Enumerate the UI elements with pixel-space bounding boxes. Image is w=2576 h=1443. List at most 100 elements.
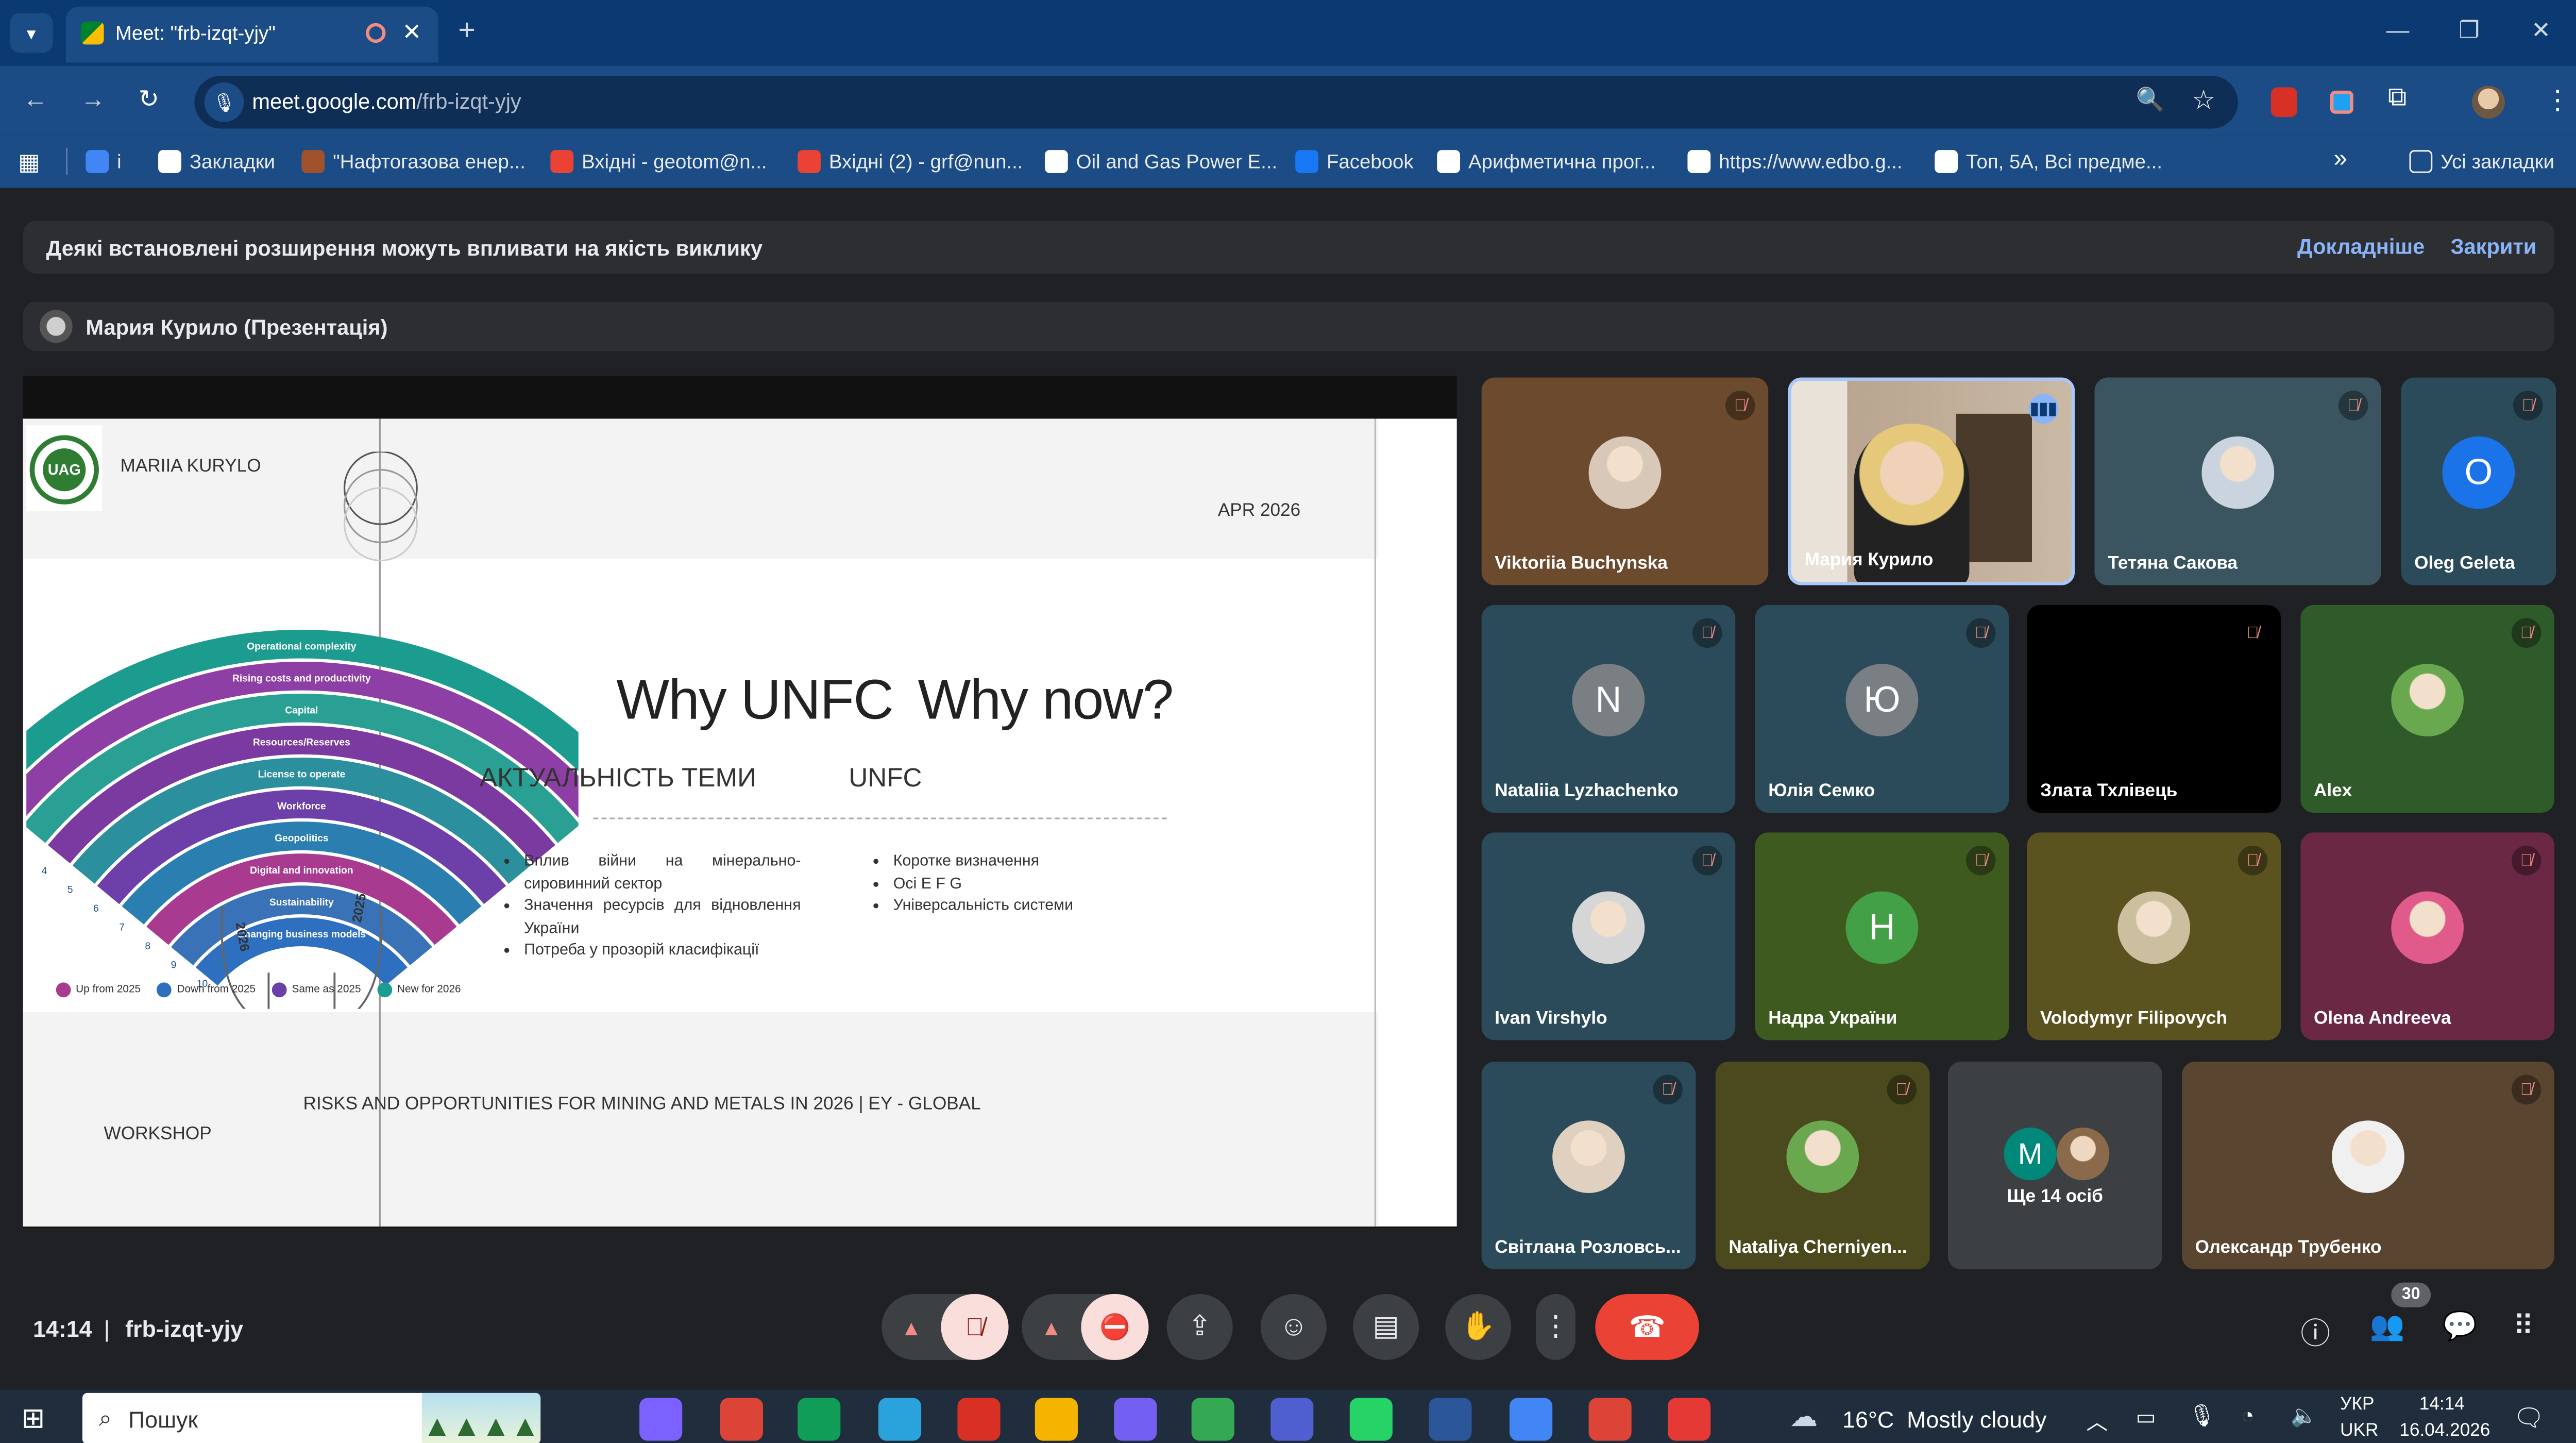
reload-icon[interactable]: ↻ [139, 84, 159, 113]
participant-tile[interactable]: Тетяна Сакова 🎙̸ [2094, 377, 2382, 585]
zoom-icon[interactable]: 🔍 [2136, 86, 2165, 113]
address-bar[interactable]: 🎙 meet.google.com/frb-izqt-yjy 🔍 ☆ [194, 76, 2238, 129]
photos-icon[interactable] [1191, 1398, 1234, 1441]
windows-start-icon[interactable]: ⊞ [22, 1403, 45, 1436]
bookmark-item[interactable]: Вхідні (2) - grf@nun... [798, 148, 1023, 175]
mic-toggle-button[interactable]: 🎙̸ [941, 1294, 1009, 1360]
participant-tile[interactable]: O Oleg Geleta 🎙̸ [2401, 377, 2556, 585]
bookmark-item[interactable]: Арифметична прог... [1437, 148, 1655, 175]
participant-tile[interactable]: H Надра України 🎙̸ [1755, 832, 2009, 1041]
participant-tile[interactable]: Злата Тхлівець 🎙̸ [2027, 605, 2281, 813]
camera-toggle-button[interactable]: ⛔ [1081, 1294, 1149, 1360]
meeting-info-icon[interactable]: ⓘ [2300, 1311, 2330, 1353]
restore-button[interactable]: ❐ [2459, 16, 2479, 44]
rainbow-band-label: Digital and innovation [250, 865, 353, 876]
activities-icon[interactable]: ⠿ [2513, 1311, 2534, 1344]
mic-off-icon: 🎙̸ [2513, 391, 2543, 421]
participant-tile[interactable]: N Nataliia Lyzhachenko 🎙̸ [1481, 605, 1736, 813]
extension-red-icon[interactable] [2270, 87, 2297, 118]
mic-options-chevron-icon[interactable]: ▲ [882, 1315, 941, 1339]
language-bottom[interactable]: UKR [2340, 1421, 2378, 1440]
bookmark-item[interactable]: Oil and Gas Power E... [1044, 148, 1277, 175]
more-bookmarks-button[interactable]: » [2333, 145, 2347, 173]
participant-tile[interactable]: Olena Andreeva 🎙̸ [2300, 832, 2554, 1041]
close-tab-icon[interactable]: ✕ [402, 18, 421, 46]
tab-meet[interactable]: Meet: "frb-izqt-yjy" ✕ [65, 6, 438, 63]
bookmark-item[interactable]: Facebook [1295, 148, 1414, 175]
participant-tile[interactable]: M Ще 14 осіб [1947, 1061, 2162, 1269]
edge-icon[interactable] [798, 1398, 841, 1441]
tray-chevron-icon[interactable]: ︿ [2087, 1404, 2108, 1436]
camera-icon[interactable] [1668, 1398, 1711, 1441]
pdf-icon[interactable] [957, 1398, 1001, 1441]
taskbar-search[interactable]: ⌕ Пошук ▲▲▲▲ [82, 1392, 541, 1443]
banner-close-link[interactable]: Закрити [2450, 234, 2536, 259]
participant-avatar: H [1845, 891, 1919, 964]
chrome-icon[interactable] [1510, 1398, 1553, 1441]
camera-options-chevron-icon[interactable]: ▲ [1022, 1315, 1081, 1339]
bookmark-star-icon[interactable]: ☆ [2192, 84, 2215, 117]
reactions-button[interactable]: ☺ [1261, 1294, 1327, 1360]
tray-wifi-icon[interactable]: ◔ [2241, 1403, 2254, 1428]
forward-icon[interactable]: → [81, 86, 106, 113]
more-options-button[interactable]: ⋮ [1536, 1294, 1575, 1360]
task-view-icon[interactable] [557, 1398, 600, 1441]
browser-menu-icon[interactable]: ⋮ [2545, 84, 2571, 117]
site-info-icon[interactable]: 🎙 [204, 82, 244, 122]
tray-device-icon[interactable]: ▭ [2136, 1404, 2156, 1431]
chrome-icon[interactable] [1588, 1398, 1632, 1441]
apps-grid-icon[interactable]: ▦ [18, 148, 40, 176]
all-bookmarks-button[interactable]: Усі закладки [2409, 148, 2554, 175]
tray-volume-icon[interactable]: 🔈 [2291, 1403, 2317, 1429]
participant-tile[interactable]: Мария Курило ▮▮▮ [1788, 377, 2075, 585]
language-top[interactable]: УКР [2340, 1395, 2374, 1414]
notifications-icon[interactable]: 🗨 [2513, 1403, 2545, 1432]
people-icon[interactable]: 👥 [2370, 1311, 2405, 1344]
participant-tile[interactable]: Alex 🎙̸ [2300, 605, 2554, 813]
participant-tile[interactable]: Олександр Трубенко 🎙̸ [2182, 1061, 2554, 1269]
chrome-icon[interactable] [720, 1398, 763, 1441]
copilot-icon[interactable] [639, 1398, 683, 1441]
tray-mic-icon[interactable]: 🎙 [2189, 1403, 2216, 1429]
window-close-button[interactable]: ✕ [2531, 16, 2551, 44]
legend-label: Up from 2025 [76, 984, 141, 996]
extensions-puzzle-icon[interactable]: ⧉ [2388, 84, 2407, 114]
back-icon[interactable]: ← [23, 86, 48, 113]
participant-tile[interactable]: Nataliya Cherniyen... 🎙̸ [1715, 1061, 1930, 1269]
clock-date[interactable]: 16.04.2026 [2399, 1421, 2490, 1440]
bookmark-item[interactable]: Топ, 5А, Всі предме... [1935, 148, 2162, 175]
new-tab-button[interactable]: + [458, 13, 476, 48]
people-count-badge: 30 [2391, 1282, 2431, 1307]
leave-call-button[interactable]: ☎ [1595, 1294, 1699, 1360]
weather-text[interactable]: 16°C Mostly cloudy [1842, 1406, 2046, 1432]
extension-teal-icon[interactable] [2330, 90, 2353, 114]
minimize-button[interactable]: — [2386, 16, 2410, 43]
bookmark-item[interactable]: Закладки [158, 148, 275, 175]
chat-icon[interactable]: 💬 [2442, 1311, 2477, 1344]
participant-tile[interactable]: Ю Юлія Семко 🎙̸ [1755, 605, 2009, 813]
mic-control-group: ▲ 🎙̸ [882, 1294, 1009, 1360]
viber-icon[interactable] [1114, 1398, 1157, 1441]
profile-avatar[interactable] [2472, 86, 2505, 119]
participant-tile[interactable]: Volodymyr Filipovych 🎙̸ [2027, 832, 2281, 1041]
tab-search-button[interactable]: ▾ [10, 13, 53, 53]
present-screen-button[interactable]: ⇪ [1166, 1294, 1233, 1360]
bookmark-item[interactable]: i [86, 148, 122, 175]
folder-icon[interactable] [1035, 1398, 1078, 1441]
clock-time[interactable]: 14:14 [2419, 1395, 2465, 1414]
word-icon[interactable] [1429, 1398, 1472, 1441]
raise-hand-button[interactable]: ✋ [1445, 1294, 1512, 1360]
telegram-icon[interactable] [878, 1398, 922, 1441]
save-icon[interactable] [1270, 1398, 1314, 1441]
captions-button[interactable]: ▤ [1353, 1294, 1419, 1360]
participant-tile[interactable]: Ivan Virshylo 🎙̸ [1481, 832, 1736, 1041]
banner-more-link[interactable]: Докладніше [2297, 234, 2425, 259]
bookmark-item[interactable]: "Нафтогазова енер... [301, 148, 526, 175]
participant-tile[interactable]: Viktoriia Buchynska 🎙̸ [1481, 377, 1769, 585]
participant-tile[interactable]: Світлана Розловсь... 🎙̸ [1481, 1061, 1696, 1269]
slide-subtitle-left: АКТУАЛЬНІСТЬ ТЕМИ [479, 765, 756, 793]
bookmark-item[interactable]: Вхідні - geotom@n... [550, 148, 767, 175]
weather-icon[interactable]: ☁ [1790, 1401, 1818, 1434]
bookmark-item[interactable]: https://www.edbo.g... [1687, 148, 1903, 175]
whatsapp-icon[interactable] [1349, 1398, 1393, 1441]
